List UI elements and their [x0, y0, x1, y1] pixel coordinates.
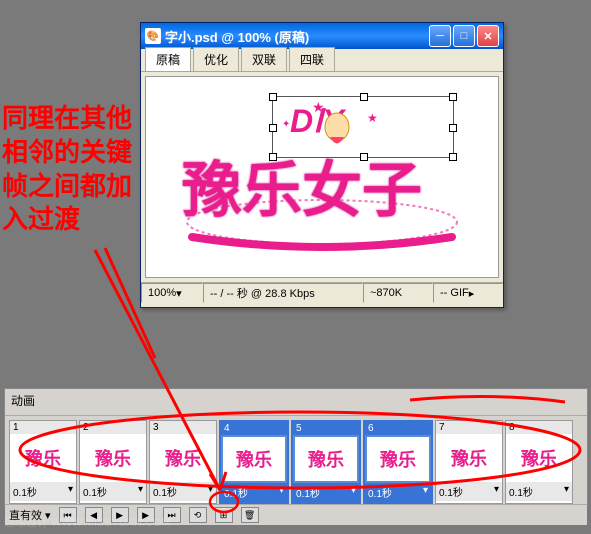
frame-delay[interactable]: 0.1秒▾	[365, 483, 431, 502]
frame-delay[interactable]: 0.1秒▾	[221, 483, 287, 502]
frame-thumbnail: 豫乐	[152, 436, 214, 480]
frame-number: 4	[221, 422, 287, 435]
document-window: 🎨 字小.psd @ 100% (原稿) ─ □ ✕ 原稿 优化 双联 四联 豫…	[140, 22, 504, 308]
minimize-button[interactable]: ─	[429, 25, 451, 47]
selection-handle[interactable]	[269, 124, 277, 132]
frame-thumbnail: 豫乐	[367, 437, 429, 481]
tab-original[interactable]: 原稿	[145, 47, 191, 71]
frame-number: 6	[365, 422, 431, 435]
frame-8[interactable]: 8 豫乐 0.1秒▾	[505, 420, 573, 504]
frame-6[interactable]: 6 豫乐 0.1秒▾	[363, 420, 433, 504]
frame-thumbnail: 豫乐	[438, 436, 500, 480]
frame-2[interactable]: 2 豫乐 0.1秒▾	[79, 420, 147, 504]
selection-handle[interactable]	[449, 153, 457, 161]
frame-7[interactable]: 7 豫乐 0.1秒▾	[435, 420, 503, 504]
frame-thumbnail: 豫乐	[82, 436, 144, 480]
status-info: -- / -- 秒 @ 28.8 Kbps	[203, 283, 363, 303]
selection-handle[interactable]	[360, 153, 368, 161]
status-size: ~870K	[363, 283, 433, 303]
frame-number: 8	[506, 421, 572, 434]
tab-optimized[interactable]: 优化	[193, 47, 239, 71]
delete-frame-button[interactable]: 🗑	[241, 507, 259, 523]
frame-thumbnail: 豫乐	[295, 437, 357, 481]
frame-number: 3	[150, 421, 216, 434]
frame-delay[interactable]: 0.1秒▾	[293, 483, 359, 502]
titlebar[interactable]: 🎨 字小.psd @ 100% (原稿) ─ □ ✕	[141, 23, 503, 49]
frame-4[interactable]: 4 豫乐 0.1秒▾	[219, 420, 289, 504]
selection-handle[interactable]	[269, 93, 277, 101]
frame-thumbnail: 豫乐	[508, 436, 570, 480]
tab-4up[interactable]: 四联	[289, 47, 335, 71]
panel-title[interactable]: 动画	[5, 389, 587, 416]
frame-1[interactable]: 1 豫乐 0.1秒▾	[9, 420, 77, 504]
animation-panel: 动画 1 豫乐 0.1秒▾ 2 豫乐 0.1秒▾ 3 豫乐 0.1秒▾ 4 豫乐 0.1秒▾ 5 豫乐 0.…	[4, 388, 588, 506]
frame-thumbnail: 豫乐	[12, 436, 74, 480]
tab-2up[interactable]: 双联	[241, 47, 287, 71]
maximize-button[interactable]: □	[453, 25, 475, 47]
frame-number: 2	[80, 421, 146, 434]
frame-delay[interactable]: 0.1秒▾	[80, 482, 146, 501]
frame-5[interactable]: 5 豫乐 0.1秒▾	[291, 420, 361, 504]
selection-box[interactable]	[272, 96, 454, 158]
statusbar: 100% ▾ -- / -- 秒 @ 28.8 Kbps ~870K -- GI…	[141, 282, 503, 303]
frame-number: 5	[293, 422, 359, 435]
close-button[interactable]: ✕	[477, 25, 499, 47]
selection-handle[interactable]	[360, 93, 368, 101]
selection-handle[interactable]	[269, 153, 277, 161]
frame-number: 1	[10, 421, 76, 434]
frame-number: 7	[436, 421, 502, 434]
artwork: 豫乐女子 DⅠY ★ ★ ✦	[182, 92, 462, 262]
new-frame-button[interactable]: ⊞	[215, 507, 233, 523]
watermark: 思缘设计 WWW.MISSYUAN.COM	[4, 514, 171, 530]
frame-delay[interactable]: 0.1秒▾	[150, 482, 216, 501]
view-tabs: 原稿 优化 双联 四联	[141, 49, 503, 72]
tween-button[interactable]: ⟲	[189, 507, 207, 523]
selection-handle[interactable]	[449, 124, 457, 132]
frame-delay[interactable]: 0.1秒▾	[506, 482, 572, 501]
frame-delay[interactable]: 0.1秒▾	[10, 482, 76, 501]
frame-thumbnail: 豫乐	[223, 437, 285, 481]
frame-delay[interactable]: 0.1秒▾	[436, 482, 502, 501]
frames-strip: 1 豫乐 0.1秒▾ 2 豫乐 0.1秒▾ 3 豫乐 0.1秒▾ 4 豫乐 0.1秒▾ 5 豫乐 0.1秒▾…	[5, 416, 587, 504]
annotation-text: 同理在其他 相邻的关键 帧之间都加 入过渡	[2, 102, 132, 237]
canvas[interactable]: 豫乐女子 DⅠY ★ ★ ✦	[145, 76, 499, 278]
window-title: 字小.psd @ 100% (原稿)	[165, 27, 429, 46]
status-format[interactable]: -- GIF ▸	[433, 283, 503, 303]
selection-handle[interactable]	[449, 93, 457, 101]
app-icon: 🎨	[145, 28, 161, 44]
zoom-level[interactable]: 100% ▾	[141, 283, 203, 303]
frame-3[interactable]: 3 豫乐 0.1秒▾	[149, 420, 217, 504]
